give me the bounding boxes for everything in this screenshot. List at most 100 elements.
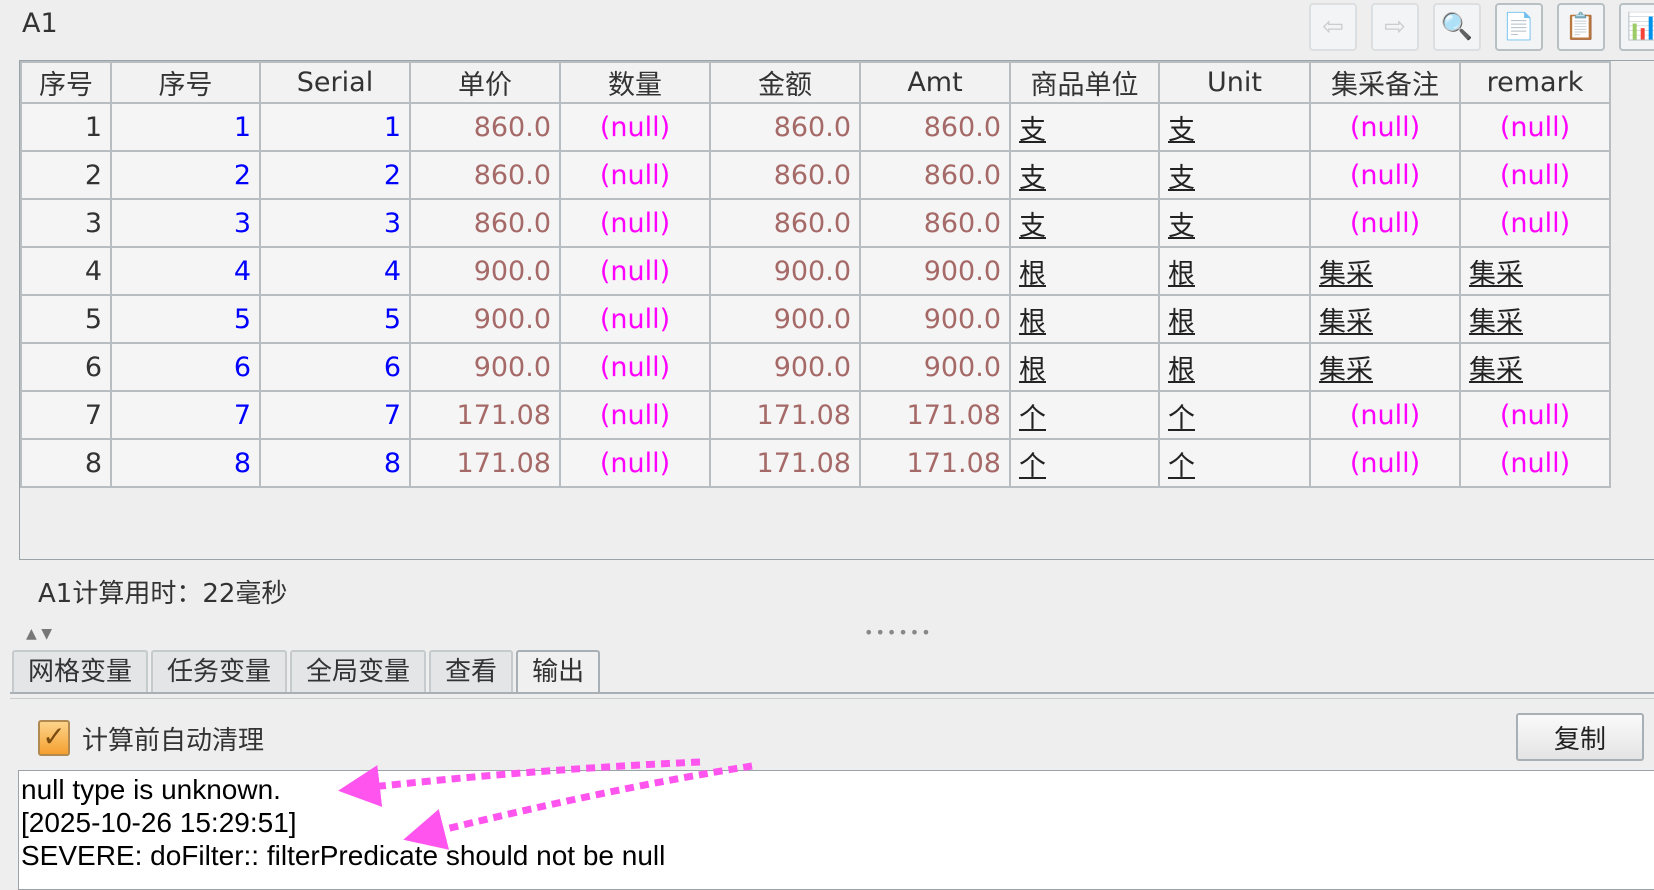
table-cell[interactable]: 4	[20, 246, 112, 296]
table-cell[interactable]: 171.08	[409, 438, 561, 488]
table-cell[interactable]: 根	[1009, 294, 1160, 344]
output-console[interactable]: null type is unknown. [2025-10-26 15:29:…	[18, 770, 1654, 890]
column-header[interactable]: 序号	[20, 61, 112, 104]
table-cell[interactable]: 集采	[1459, 342, 1611, 392]
table-cell[interactable]: 集采	[1309, 246, 1461, 296]
table-cell[interactable]: 900.0	[859, 294, 1011, 344]
table-cell[interactable]: 2	[110, 150, 261, 200]
table-cell[interactable]: 6	[259, 342, 411, 392]
table-cell[interactable]: 集采	[1459, 294, 1611, 344]
table-cell[interactable]: (null)	[1309, 198, 1461, 248]
column-header[interactable]: 序号	[110, 61, 261, 104]
table-cell[interactable]: 860.0	[709, 150, 861, 200]
table-cell[interactable]: 900.0	[709, 246, 861, 296]
table-cell[interactable]: 860.0	[859, 198, 1011, 248]
table-cell[interactable]: 1	[20, 102, 112, 152]
forward-arrow-button[interactable]: ⇨	[1371, 3, 1419, 51]
table-cell[interactable]: 1	[259, 102, 411, 152]
splitter-handle[interactable]: ••••••	[864, 623, 933, 642]
table-cell[interactable]: 860.0	[409, 102, 561, 152]
table-cell[interactable]: 860.0	[709, 102, 861, 152]
copy-button[interactable]: 复制	[1516, 713, 1644, 761]
table-cell[interactable]: 支	[1009, 198, 1160, 248]
table-cell[interactable]: 8	[259, 438, 411, 488]
column-header[interactable]: 单价	[409, 61, 561, 104]
table-cell[interactable]: 根	[1158, 246, 1311, 296]
table-cell[interactable]: 4	[110, 246, 261, 296]
table-cell[interactable]: 根	[1158, 342, 1311, 392]
table-cell[interactable]: 900.0	[409, 342, 561, 392]
table-cell[interactable]: (null)	[1309, 390, 1461, 440]
copy-documents-button[interactable]: 📄	[1495, 3, 1543, 51]
table-cell[interactable]: 6	[110, 342, 261, 392]
table-cell[interactable]: (null)	[559, 102, 711, 152]
table-cell[interactable]: 860.0	[859, 150, 1011, 200]
table-cell[interactable]: (null)	[559, 150, 711, 200]
table-cell[interactable]: 2	[259, 150, 411, 200]
table-cell[interactable]: 个	[1158, 438, 1311, 488]
column-header[interactable]: 金额	[709, 61, 861, 104]
table-cell[interactable]: 根	[1009, 342, 1160, 392]
table-cell[interactable]: (null)	[1459, 390, 1611, 440]
table-cell[interactable]: 3	[259, 198, 411, 248]
table-cell[interactable]: (null)	[1459, 102, 1611, 152]
table-cell[interactable]: 支	[1009, 150, 1160, 200]
table-cell[interactable]: (null)	[559, 198, 711, 248]
table-cell[interactable]: 4	[259, 246, 411, 296]
table-cell[interactable]: (null)	[1309, 438, 1461, 488]
table-cell[interactable]: (null)	[559, 342, 711, 392]
table-cell[interactable]: 个	[1158, 390, 1311, 440]
table-cell[interactable]: 860.0	[859, 102, 1011, 152]
table-cell[interactable]: 171.08	[409, 390, 561, 440]
table-cell[interactable]: 2	[20, 150, 112, 200]
table-cell[interactable]: 集采	[1459, 246, 1611, 296]
table-cell[interactable]: (null)	[559, 390, 711, 440]
table-cell[interactable]: (null)	[559, 246, 711, 296]
table-cell[interactable]: 1	[110, 102, 261, 152]
table-cell[interactable]: 7	[20, 390, 112, 440]
table-cell[interactable]: (null)	[559, 438, 711, 488]
table-cell[interactable]: 900.0	[409, 246, 561, 296]
table-cell[interactable]: 3	[20, 198, 112, 248]
table-cell[interactable]: 7	[259, 390, 411, 440]
table-cell[interactable]: 5	[20, 294, 112, 344]
table-cell[interactable]: 个	[1009, 438, 1160, 488]
table-cell[interactable]: 900.0	[409, 294, 561, 344]
bar-chart-button[interactable]: 📊	[1619, 3, 1654, 51]
table-cell[interactable]: 5	[110, 294, 261, 344]
list-button[interactable]: 📋	[1557, 3, 1605, 51]
tab-0[interactable]: 网格变量	[12, 650, 149, 692]
table-cell[interactable]: 支	[1158, 150, 1311, 200]
table-cell[interactable]: 集采	[1309, 342, 1461, 392]
table-cell[interactable]: 支	[1158, 198, 1311, 248]
table-cell[interactable]: (null)	[1459, 438, 1611, 488]
table-cell[interactable]: 860.0	[409, 150, 561, 200]
table-cell[interactable]: (null)	[559, 294, 711, 344]
tab-2[interactable]: 全局变量	[290, 650, 427, 692]
table-cell[interactable]: 支	[1158, 102, 1311, 152]
table-cell[interactable]: (null)	[1459, 198, 1611, 248]
column-header[interactable]: 集采备注	[1309, 61, 1461, 104]
table-cell[interactable]: 900.0	[859, 342, 1011, 392]
column-header[interactable]: Serial	[259, 61, 411, 104]
table-cell[interactable]: 171.08	[709, 438, 861, 488]
table-cell[interactable]: 集采	[1309, 294, 1461, 344]
table-cell[interactable]: 860.0	[709, 198, 861, 248]
table-cell[interactable]: 支	[1009, 102, 1160, 152]
table-cell[interactable]: 个	[1009, 390, 1160, 440]
table-cell[interactable]: 3	[110, 198, 261, 248]
table-cell[interactable]: 171.08	[859, 438, 1011, 488]
table-cell[interactable]: 5	[259, 294, 411, 344]
tab-3[interactable]: 查看	[429, 650, 514, 692]
tab-4[interactable]: 输出	[516, 650, 601, 692]
column-header[interactable]: 数量	[559, 61, 711, 104]
table-cell[interactable]: 900.0	[709, 294, 861, 344]
preview-search-button[interactable]: 🔍	[1433, 3, 1481, 51]
table-cell[interactable]: 7	[110, 390, 261, 440]
back-arrow-button[interactable]: ⇦	[1309, 3, 1357, 51]
column-header[interactable]: Unit	[1158, 61, 1311, 104]
tab-1[interactable]: 任务变量	[151, 650, 288, 692]
table-cell[interactable]: 6	[20, 342, 112, 392]
collapse-expand-arrows[interactable]: ▲ ▼	[26, 626, 52, 642]
column-header[interactable]: remark	[1459, 61, 1611, 104]
